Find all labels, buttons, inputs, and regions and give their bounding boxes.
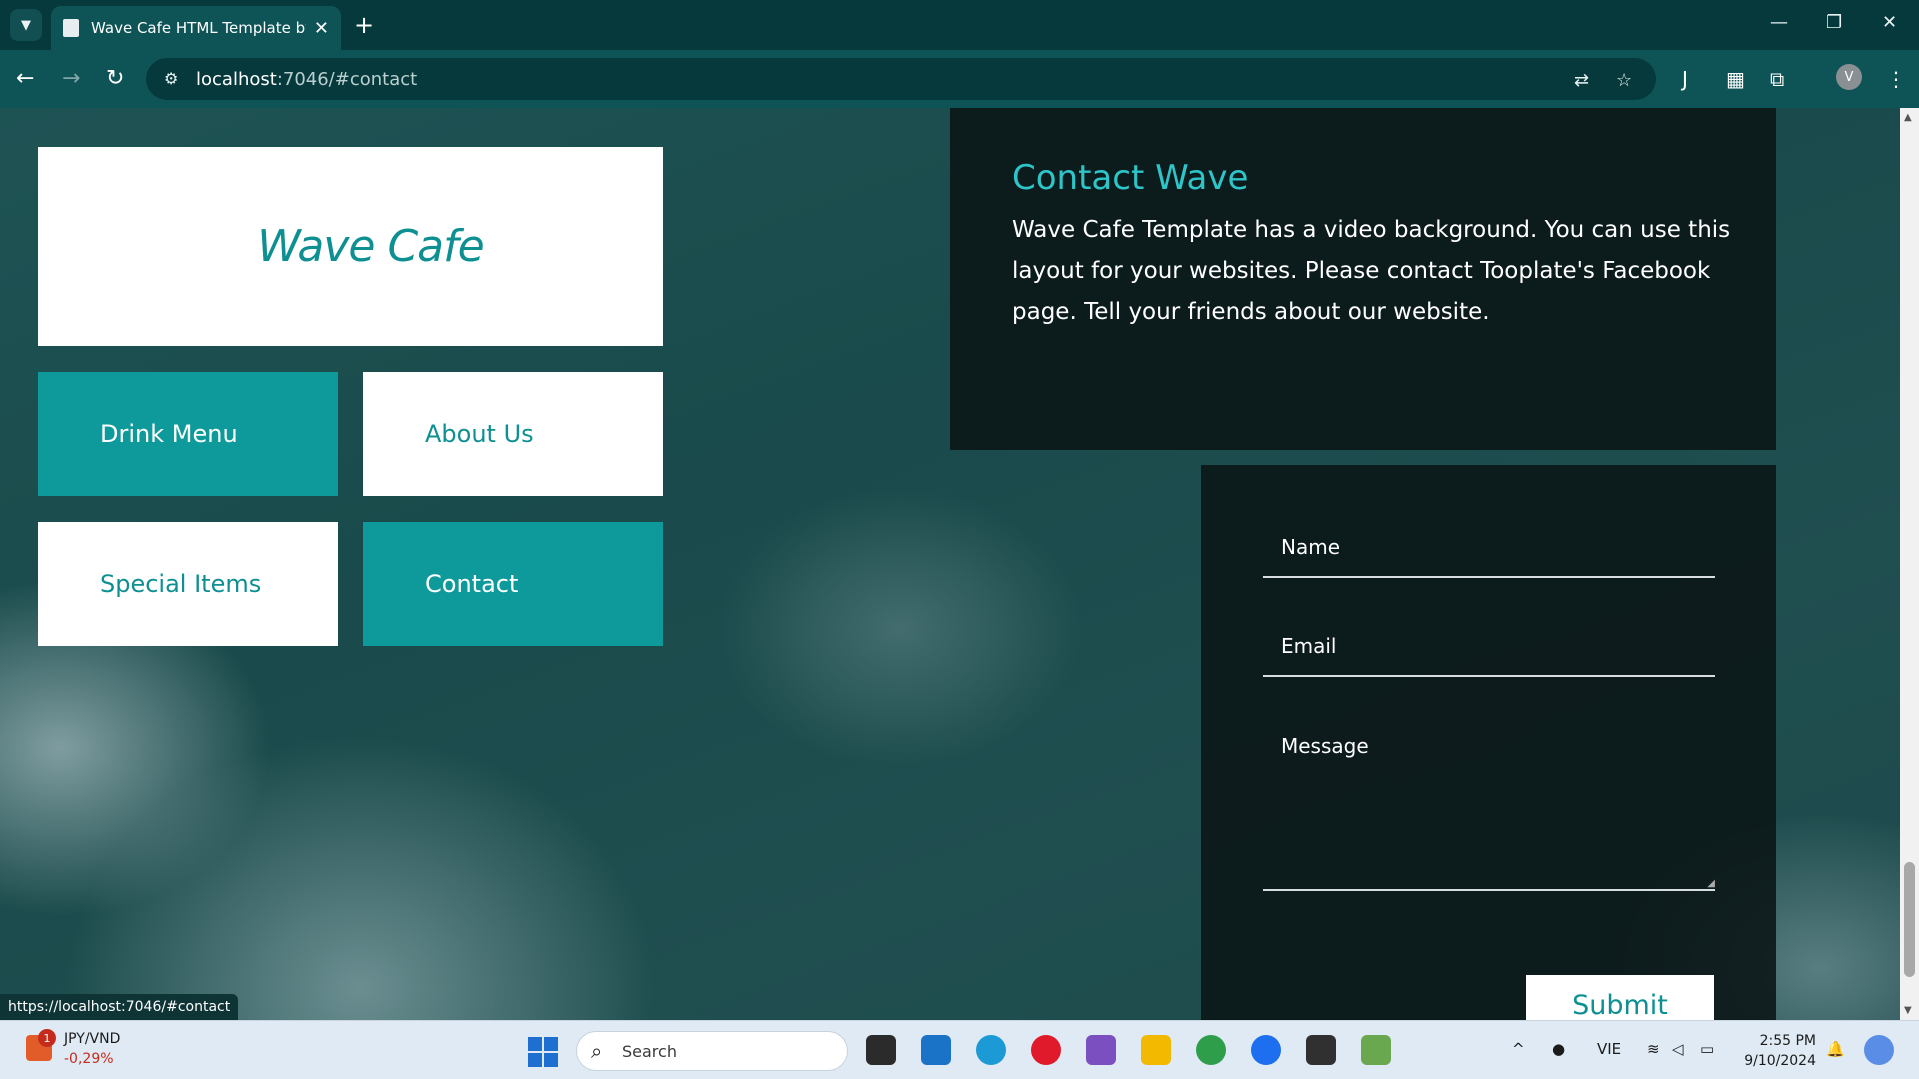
taskbar-search-label: Search — [622, 1042, 677, 1061]
chevron-up-icon[interactable]: ^ — [1512, 1040, 1525, 1058]
site-logo[interactable]: Wave Cafe — [257, 221, 484, 272]
scrollbar-thumb[interactable] — [1904, 862, 1915, 977]
page-viewport: Wave Cafe Drink Menu About Us Special It… — [0, 108, 1900, 1020]
chrome-icon[interactable] — [1196, 1035, 1226, 1065]
resize-handle-icon[interactable]: ◢ — [1707, 878, 1715, 889]
close-tab-icon[interactable]: ✕ — [314, 18, 329, 39]
chevron-down-icon: ▼ — [21, 17, 31, 33]
opera-icon[interactable] — [1031, 1035, 1061, 1065]
reload-icon[interactable]: ↻ — [106, 66, 124, 92]
tab-strip: ▼ Wave Cafe HTML Template by T ✕ + — ❐ ✕ — [0, 0, 1919, 50]
clock-date: 9/10/2024 — [1744, 1053, 1816, 1069]
site-info-icon[interactable]: ⚙ — [164, 69, 178, 88]
copilot-icon[interactable] — [1864, 1035, 1894, 1065]
visual-studio-icon[interactable] — [1086, 1035, 1116, 1065]
page-favicon-icon — [63, 19, 79, 37]
system-clock[interactable]: 2:55 PM 9/10/2024 — [1744, 1031, 1816, 1071]
clock-time: 2:55 PM — [1759, 1033, 1816, 1049]
windows-start-icon[interactable] — [528, 1037, 558, 1067]
message-placeholder: Message — [1281, 734, 1369, 758]
battery-icon[interactable]: ▭ — [1700, 1040, 1714, 1058]
nav-special-items-label: Special Items — [100, 570, 262, 598]
logo-panel: Wave Cafe — [38, 147, 663, 346]
volume-icon[interactable]: ◁ — [1672, 1040, 1684, 1058]
new-tab-button[interactable]: + — [354, 10, 374, 40]
nav-about-us-label: About Us — [425, 420, 534, 448]
forward-icon[interactable]: → — [62, 66, 80, 92]
windows-taskbar: 1 JPY/VND -0,29% ⌕ Search ^ ● VIE ≋ ◁ ▭ … — [0, 1020, 1919, 1079]
status-bar-url: https://localhost:7046/#contact — [0, 994, 239, 1020]
restore-icon[interactable]: ❐ — [1826, 12, 1842, 33]
url-host: localhost — [196, 69, 277, 90]
menu-kebab-icon[interactable]: ⋮ — [1886, 66, 1906, 92]
search-icon: ⌕ — [591, 1039, 603, 1063]
tab-title: Wave Cafe HTML Template by T — [91, 19, 306, 37]
submit-button[interactable]: Submit — [1526, 975, 1714, 1020]
edge-browser-icon[interactable] — [976, 1035, 1006, 1065]
paint-icon[interactable] — [1361, 1035, 1391, 1065]
contact-panel: Contact Wave Wave Cafe Template has a vi… — [950, 108, 1776, 450]
zalo-icon[interactable] — [1251, 1035, 1281, 1065]
terminal-icon[interactable] — [1306, 1035, 1336, 1065]
email-field[interactable]: Email — [1263, 622, 1715, 677]
message-textarea[interactable]: Message ◢ — [1263, 722, 1715, 891]
widget-badge: 1 — [38, 1029, 56, 1047]
notification-bell-icon[interactable]: 🔔 — [1826, 1040, 1845, 1058]
browser-tab[interactable]: Wave Cafe HTML Template by T ✕ — [51, 6, 341, 50]
toolbar: ← → ↻ ⚙ localhost:7046/#contact ⇄ ☆ J ▦ … — [0, 50, 1919, 108]
extensions-puzzle-icon[interactable]: ⧉ — [1770, 66, 1784, 92]
contact-form: Name Email Message ◢ Submit — [1201, 465, 1776, 1020]
mail-icon[interactable] — [921, 1035, 951, 1065]
address-bar[interactable]: ⚙ localhost:7046/#contact ⇄ ☆ — [146, 58, 1656, 100]
scroll-up-icon[interactable]: ▲ — [1904, 112, 1912, 123]
url-text[interactable]: localhost:7046/#contact — [196, 69, 417, 90]
task-view-icon[interactable] — [866, 1035, 896, 1065]
nav-special-items[interactable]: Special Items — [38, 522, 338, 646]
wifi-icon[interactable]: ≋ — [1647, 1040, 1660, 1058]
input-language[interactable]: VIE — [1597, 1040, 1621, 1058]
nav-contact[interactable]: Contact — [363, 522, 663, 646]
nav-contact-label: Contact — [425, 570, 519, 598]
name-field[interactable]: Name — [1263, 523, 1715, 578]
file-explorer-icon[interactable] — [1141, 1035, 1171, 1065]
widget-ticker[interactable]: JPY/VND — [64, 1031, 120, 1047]
nav-about-us[interactable]: About Us — [363, 372, 663, 496]
qr-code-icon[interactable]: ▦ — [1726, 66, 1745, 92]
name-placeholder: Name — [1281, 535, 1341, 559]
contact-title: Contact Wave — [1012, 158, 1249, 198]
nav-drink-menu-label: Drink Menu — [100, 420, 238, 448]
translate-icon[interactable]: ⇄ — [1574, 70, 1589, 91]
page-scrollbar[interactable]: ▲ ▼ — [1900, 108, 1919, 1020]
tab-search-button[interactable]: ▼ — [10, 9, 42, 41]
bookmark-star-icon[interactable]: ☆ — [1616, 70, 1632, 91]
minimize-icon[interactable]: — — [1770, 12, 1788, 33]
url-path: :7046/#contact — [276, 69, 418, 90]
nav-drink-menu[interactable]: Drink Menu — [38, 372, 338, 496]
extension-j-icon[interactable]: J — [1682, 66, 1688, 92]
widget-change: -0,29% — [64, 1051, 114, 1067]
close-window-icon[interactable]: ✕ — [1882, 12, 1897, 33]
taskbar-search[interactable]: ⌕ Search — [576, 1031, 848, 1071]
back-icon[interactable]: ← — [16, 66, 34, 92]
microphone-icon[interactable]: ● — [1552, 1040, 1565, 1058]
scroll-down-icon[interactable]: ▼ — [1904, 1005, 1912, 1016]
profile-avatar[interactable]: V — [1836, 64, 1862, 90]
contact-description: Wave Cafe Template has a video backgroun… — [1012, 217, 1731, 325]
email-placeholder: Email — [1281, 634, 1337, 658]
